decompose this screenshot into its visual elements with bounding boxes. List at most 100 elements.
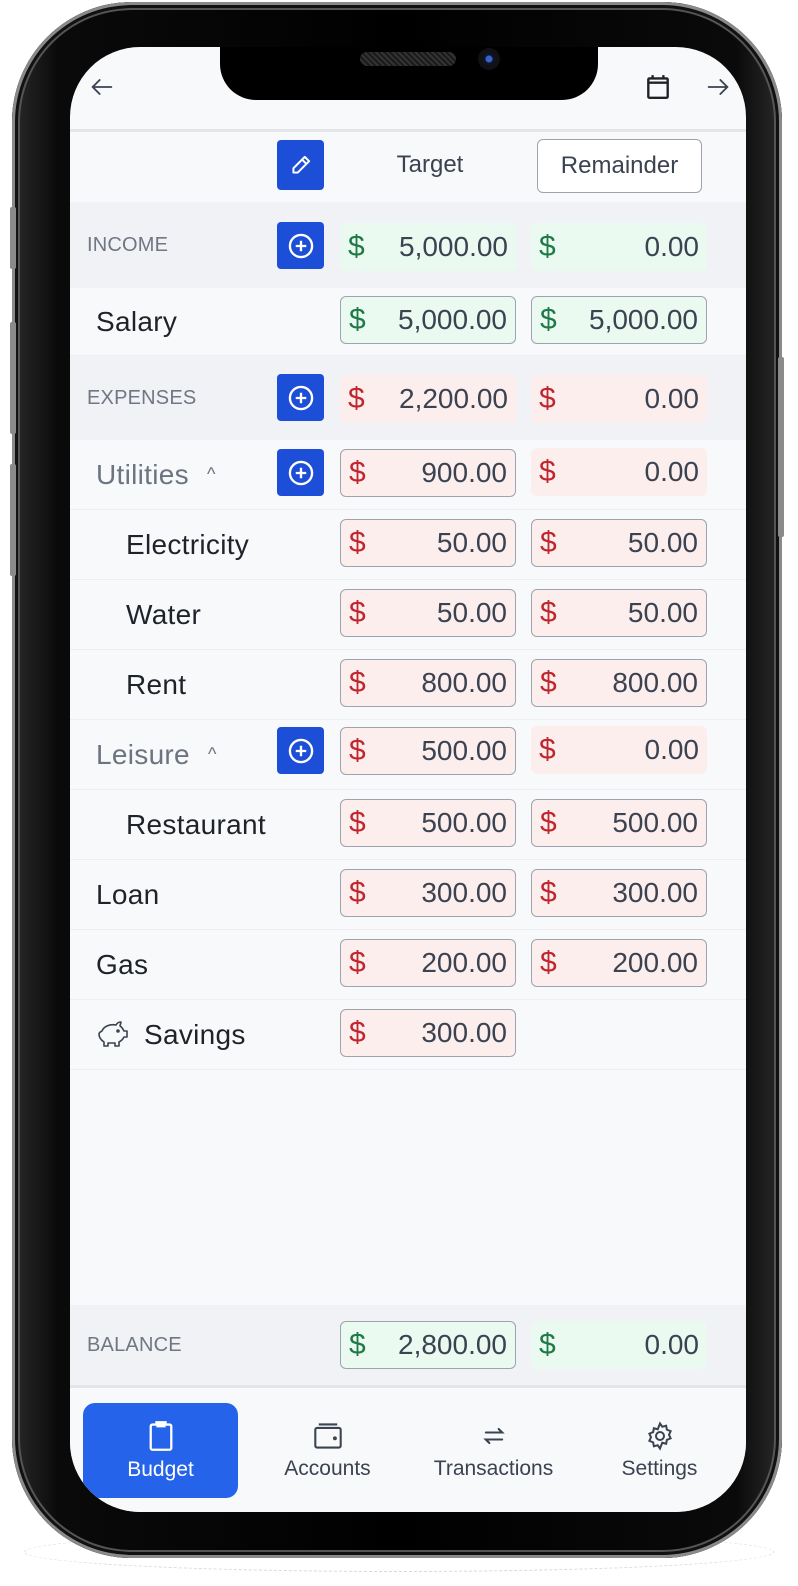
currency-symbol: $ <box>349 806 366 839</box>
amount: 300.00 <box>612 877 698 908</box>
phone-frame: Target Remainder INCOME $5,000.00 $0.00 … <box>10 2 784 1558</box>
currency-symbol: $ <box>349 526 366 559</box>
edit-button[interactable] <box>277 140 324 190</box>
group-name[interactable]: Leisure ^ <box>96 720 217 789</box>
target-input[interactable]: $900.00 <box>340 449 516 497</box>
remainder-input[interactable]: $50.00 <box>531 589 707 637</box>
amount: 300.00 <box>421 1017 507 1048</box>
target-input[interactable]: $800.00 <box>340 659 516 707</box>
wallet-icon <box>313 1422 342 1449</box>
currency-symbol: $ <box>539 733 556 766</box>
remainder-input[interactable]: $200.00 <box>531 939 707 987</box>
amount: 500.00 <box>612 807 698 838</box>
arrow-left-icon[interactable] <box>88 73 116 101</box>
target-input[interactable]: $500.00 <box>340 727 516 775</box>
target-input[interactable]: $200.00 <box>340 939 516 987</box>
category-row-rent: Rent $800.00 $800.00 <box>70 650 746 720</box>
tab-settings[interactable]: Settings <box>582 1403 737 1498</box>
category-row-loan: Loan $300.00 $300.00 <box>70 860 746 930</box>
amount: 5,000.00 <box>589 304 698 335</box>
amount: 0.00 <box>644 456 700 487</box>
piggy-bank-icon <box>98 1020 128 1047</box>
amount: 0.00 <box>644 1329 700 1360</box>
amount: 50.00 <box>627 597 698 628</box>
balance-row: BALANCE $2,800.00 $0.00 <box>70 1305 746 1385</box>
category-name: Gas <box>96 948 149 980</box>
tab-label: Accounts <box>284 1456 371 1480</box>
tab-transactions[interactable]: Transactions <box>416 1403 571 1498</box>
chevron-up-icon[interactable]: ^ <box>208 744 217 765</box>
currency-symbol: $ <box>349 1328 366 1361</box>
target-input[interactable]: $300.00 <box>340 869 516 917</box>
chevron-up-icon[interactable]: ^ <box>207 464 216 485</box>
expenses-section-row: EXPENSES $2,200.00 $0.00 <box>70 356 746 440</box>
currency-symbol: $ <box>349 596 366 629</box>
category-name: Restaurant <box>126 808 266 840</box>
expenses-target-total: $2,200.00 <box>340 375 516 423</box>
add-expense-button[interactable] <box>277 374 324 421</box>
category-row-gas: Gas $200.00 $200.00 <box>70 930 746 1000</box>
income-target-total: $5,000.00 <box>340 223 516 271</box>
currency-symbol: $ <box>349 456 366 489</box>
add-leisure-item-button[interactable] <box>277 727 324 774</box>
currency-symbol: $ <box>539 382 556 415</box>
currency-symbol: $ <box>540 596 557 629</box>
plus-circle-icon <box>288 233 313 258</box>
target-column-header: Target <box>396 151 464 178</box>
remainder-input[interactable]: $50.00 <box>531 519 707 567</box>
divider <box>70 129 746 132</box>
remainder-input[interactable]: $5,000.00 <box>531 296 707 344</box>
amount: 5,000.00 <box>399 231 508 262</box>
amount: 5,000.00 <box>398 304 507 335</box>
balance-remainder: $0.00 <box>531 1321 707 1369</box>
plus-circle-icon <box>288 385 313 410</box>
currency-symbol: $ <box>348 230 365 263</box>
remainder-input[interactable]: $300.00 <box>531 869 707 917</box>
currency-symbol: $ <box>540 806 557 839</box>
currency-symbol: $ <box>539 455 556 488</box>
remainder-input[interactable]: $800.00 <box>531 659 707 707</box>
category-name: Salary <box>96 305 178 337</box>
target-input[interactable]: $500.00 <box>340 799 516 847</box>
group-row-utilities: Utilities ^ $900.00 $0.00 <box>70 440 746 510</box>
amount: 500.00 <box>421 735 507 766</box>
remainder-input[interactable]: $500.00 <box>531 799 707 847</box>
add-income-button[interactable] <box>277 222 324 269</box>
group-name[interactable]: Utilities ^ <box>96 440 216 509</box>
remainder-value: $0.00 <box>531 448 707 496</box>
target-input[interactable]: $50.00 <box>340 519 516 567</box>
tab-label: Settings <box>621 1456 698 1480</box>
amount: 2,200.00 <box>399 383 508 414</box>
amount: 300.00 <box>421 877 507 908</box>
amount: 900.00 <box>421 457 507 488</box>
savings-target-input[interactable]: $300.00 <box>340 1009 516 1057</box>
target-input[interactable]: $5,000.00 <box>340 296 516 344</box>
tab-budget[interactable]: Budget <box>83 1403 238 1498</box>
amount: 800.00 <box>612 667 698 698</box>
balance-target: $2,800.00 <box>340 1321 516 1369</box>
remainder-toggle-button[interactable]: Remainder <box>537 139 702 193</box>
currency-symbol: $ <box>539 230 556 263</box>
amount: 0.00 <box>644 734 700 765</box>
amount: 800.00 <box>421 667 507 698</box>
tab-label: Budget <box>127 1457 194 1481</box>
volume-up-button <box>10 322 16 434</box>
notch <box>220 47 598 100</box>
bottom-tab-bar: Budget Accounts Transactions Settings <box>70 1388 746 1512</box>
amount: 50.00 <box>436 597 507 628</box>
amount: 50.00 <box>627 527 698 558</box>
currency-symbol: $ <box>540 946 557 979</box>
arrow-right-icon[interactable] <box>704 73 732 101</box>
income-remainder-total: $0.00 <box>531 223 707 271</box>
tab-label: Transactions <box>433 1456 554 1480</box>
add-utilities-item-button[interactable] <box>277 449 324 496</box>
gear-icon <box>647 1420 672 1451</box>
category-row-restaurant: Restaurant $500.00 $500.00 <box>70 790 746 860</box>
tab-accounts[interactable]: Accounts <box>250 1403 405 1498</box>
amount: 0.00 <box>644 231 700 262</box>
currency-symbol: $ <box>540 876 557 909</box>
calendar-icon[interactable] <box>645 73 673 101</box>
target-input[interactable]: $50.00 <box>340 589 516 637</box>
savings-label: Savings <box>94 1000 246 1069</box>
category-name: Loan <box>96 878 160 910</box>
